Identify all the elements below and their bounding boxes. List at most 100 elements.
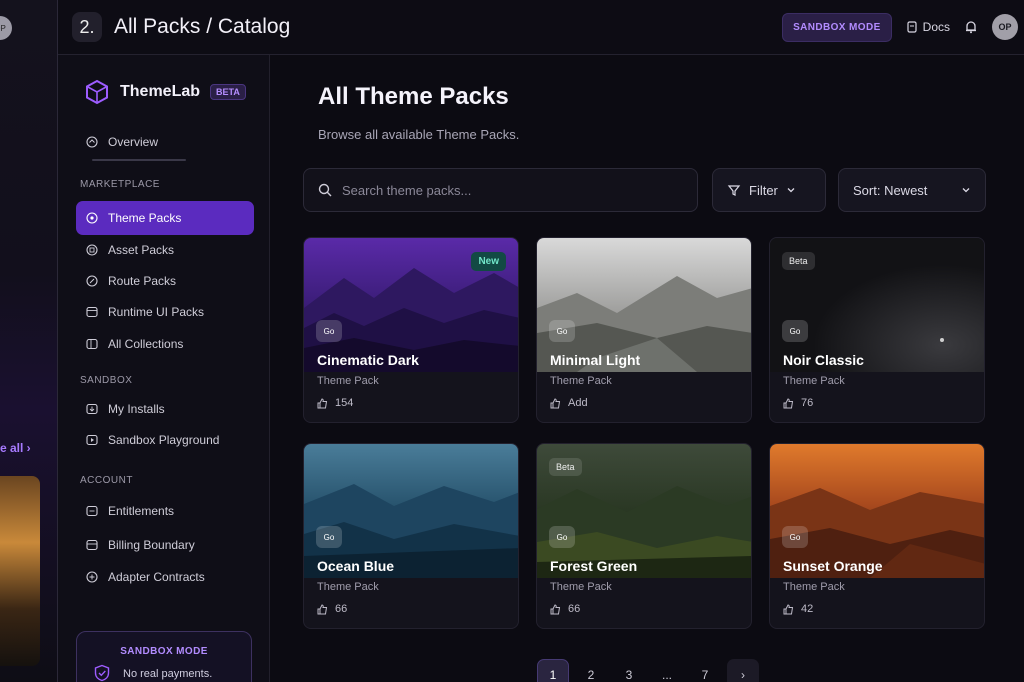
- sidebar-item-adapter-contracts[interactable]: Adapter Contracts: [76, 560, 254, 594]
- sidebar-item-label: My Installs: [108, 402, 165, 416]
- pack-card-ocean-blue[interactable]: Go Ocean Blue Theme Pack 66: [303, 443, 519, 629]
- overview-divider: [92, 159, 186, 161]
- thumbs-up-icon: [550, 603, 561, 614]
- sandbox-info-card: SANDBOX MODE No real payments.: [76, 631, 252, 682]
- docs-link[interactable]: Docs: [906, 20, 950, 34]
- sidebar-item-label: Asset Packs: [108, 243, 175, 257]
- new-badge: New: [471, 252, 506, 271]
- card-installs: Add: [550, 397, 588, 409]
- user-avatar[interactable]: OP: [992, 14, 1018, 40]
- main-content: All Theme Packs Browse all available The…: [270, 55, 1024, 682]
- install-count: 154: [335, 397, 354, 409]
- sidebar-item-billing-boundary[interactable]: Billing Boundary: [76, 528, 254, 562]
- card-installs: 66: [317, 603, 347, 615]
- pagination: 1 2 3 ... 7 ›: [537, 659, 759, 682]
- section-label-sandbox: SANDBOX: [80, 375, 133, 386]
- pack-card-cinematic-dark[interactable]: New Go Cinematic Dark Theme Pack 154: [303, 237, 519, 423]
- pack-card-minimal-light[interactable]: Go Minimal Light Theme Pack Add: [536, 237, 752, 423]
- sandbox-mode-badge: SANDBOX MODE: [782, 12, 892, 42]
- play-icon: [86, 434, 98, 446]
- search-box[interactable]: [303, 168, 698, 212]
- page-button-7[interactable]: 7: [689, 659, 721, 682]
- palette-icon: [86, 212, 98, 224]
- pack-card-noir-classic[interactable]: Beta Go Noir Classic Theme Pack 76: [769, 237, 985, 423]
- sidebar-item-route-packs[interactable]: Route Packs: [76, 264, 254, 298]
- brand[interactable]: ThemeLab BETA: [84, 79, 246, 105]
- card-installs: 154: [317, 397, 353, 409]
- page-ellipsis: ...: [661, 668, 672, 682]
- billing-icon: [86, 539, 98, 551]
- filter-icon: [727, 185, 741, 196]
- sidebar-item-label: Entitlements: [108, 504, 175, 518]
- card-title: Forest Green: [550, 558, 638, 574]
- thumbs-up-icon: [317, 603, 328, 614]
- sidebar-item-all-collections[interactable]: All Collections: [76, 327, 254, 361]
- sidebar-item-entitlements[interactable]: Entitlements: [76, 494, 254, 528]
- mini-preview-button[interactable]: Go: [549, 320, 575, 342]
- sidebar-item-my-installs[interactable]: My Installs: [76, 392, 254, 426]
- card-title: Sunset Orange: [783, 558, 883, 574]
- collection-icon: [86, 338, 98, 350]
- page-button-3[interactable]: 3: [613, 659, 645, 682]
- shield-icon: [94, 664, 110, 682]
- sidebar-item-theme-packs[interactable]: Theme Packs: [76, 201, 254, 235]
- route-icon: [86, 275, 98, 287]
- background-avatar: OP: [0, 16, 12, 40]
- download-icon: [86, 403, 98, 415]
- beta-badge: BETA: [210, 84, 246, 100]
- page-button-1[interactable]: 1: [537, 659, 569, 682]
- card-title: Cinematic Dark: [317, 352, 419, 368]
- sidebar-item-runtime-ui-packs[interactable]: Runtime UI Packs: [76, 295, 254, 329]
- card-type: Theme Pack: [550, 375, 612, 387]
- pack-card-sunset-orange[interactable]: Go Sunset Orange Theme Pack 42: [769, 443, 985, 629]
- card-title: Ocean Blue: [317, 558, 395, 574]
- filter-button[interactable]: Filter: [712, 168, 826, 212]
- next-page-button[interactable]: ›: [727, 659, 759, 682]
- card-title: Noir Classic: [783, 352, 864, 368]
- background-see-all-link[interactable]: e all ›: [0, 441, 31, 455]
- bell-icon[interactable]: [964, 20, 978, 34]
- install-count: 66: [335, 603, 348, 615]
- install-count: 66: [568, 603, 581, 615]
- sidebar-item-overview[interactable]: Overview: [76, 125, 254, 159]
- mini-preview-button[interactable]: Go: [316, 320, 342, 342]
- sandbox-card-title: SANDBOX MODE: [120, 646, 208, 657]
- mini-preview-button[interactable]: Go: [549, 526, 575, 548]
- search-input[interactable]: [342, 182, 662, 198]
- contract-icon: [86, 571, 98, 583]
- chevron-down-icon: [787, 188, 795, 193]
- doc-icon: [907, 21, 917, 33]
- card-title: Minimal Light: [550, 352, 641, 368]
- sidebar-item-label: Route Packs: [108, 274, 177, 288]
- mini-preview-button[interactable]: Go: [782, 526, 808, 548]
- thumbs-up-icon: [317, 397, 328, 408]
- card-installs: 66: [550, 603, 580, 615]
- background-window-strip: OP e all ›: [0, 0, 58, 682]
- sidebar-item-label: Theme Packs: [108, 211, 182, 225]
- search-icon: [318, 183, 332, 197]
- card-type: Theme Pack: [783, 581, 845, 593]
- step-number: 2.: [72, 12, 102, 42]
- app-window: OP e all › 2. All Packs / Catalog SANDBO…: [0, 0, 1024, 682]
- top-bar: 2. All Packs / Catalog SANDBOX MODE Docs…: [58, 0, 1024, 55]
- page-button-2[interactable]: 2: [575, 659, 607, 682]
- beta-tag: Beta: [549, 458, 582, 476]
- mini-preview-button[interactable]: Go: [782, 320, 808, 342]
- page-subtitle: Browse all available Theme Packs.: [318, 127, 520, 142]
- sidebar-item-sandbox-playground[interactable]: Sandbox Playground: [76, 423, 254, 457]
- section-label-account: ACCOUNT: [80, 475, 133, 486]
- thumbs-up-icon: [783, 603, 794, 614]
- section-label-marketplace: MARKETPLACE: [80, 179, 160, 190]
- sidebar: ThemeLab BETA Overview MARKETPLACE Theme…: [58, 55, 270, 682]
- cube-logo-icon: [86, 79, 108, 105]
- sidebar-item-label: Billing Boundary: [108, 538, 195, 552]
- sidebar-item-label: Sandbox Playground: [108, 433, 220, 447]
- card-type: Theme Pack: [783, 375, 845, 387]
- sidebar-item-asset-packs[interactable]: Asset Packs: [76, 233, 254, 267]
- mini-preview-button[interactable]: Go: [316, 526, 342, 548]
- card-type: Theme Pack: [317, 375, 379, 387]
- install-count: 76: [801, 397, 814, 409]
- key-icon: [86, 505, 98, 517]
- sort-dropdown[interactable]: Sort: Newest: [838, 168, 986, 212]
- pack-card-forest-green[interactable]: Beta Go Forest Green Theme Pack 66: [536, 443, 752, 629]
